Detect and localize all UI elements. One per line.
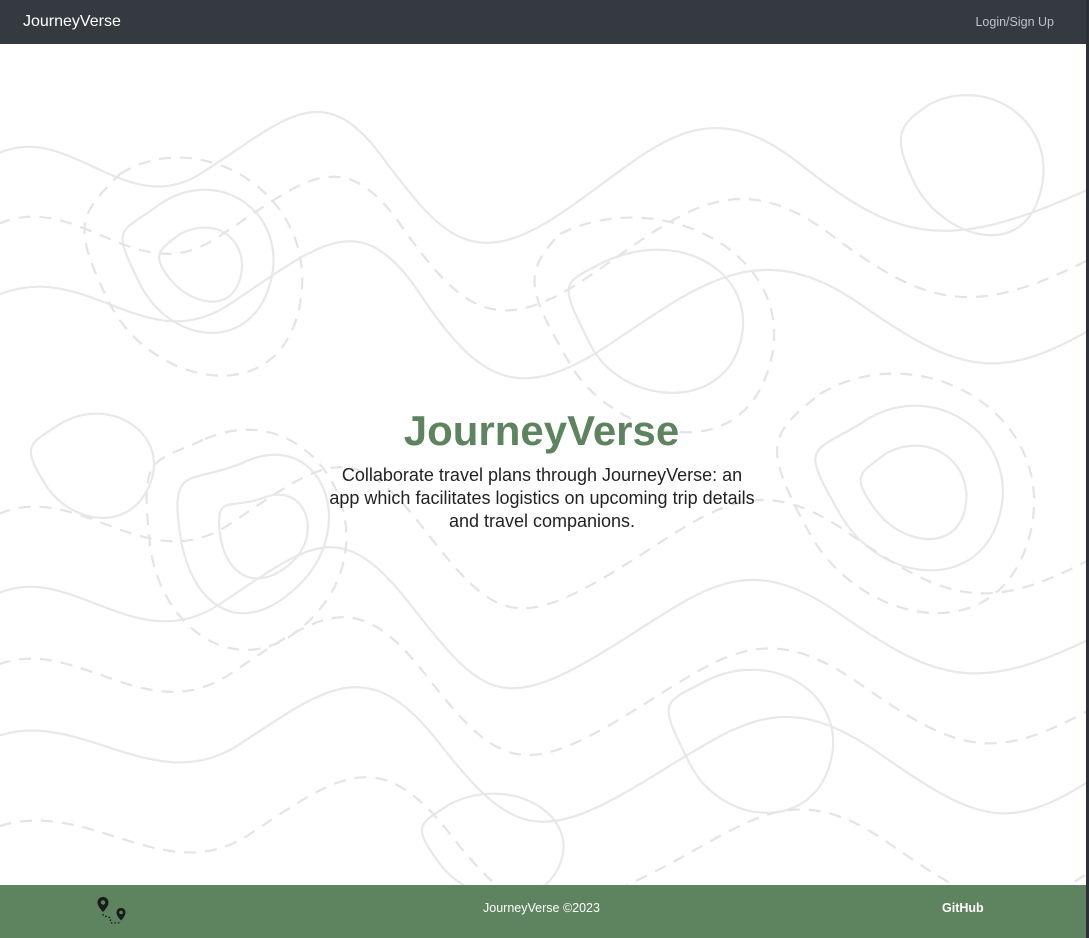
hero-section: JourneyVerse Collaborate travel plans th… xyxy=(0,44,1086,885)
github-link[interactable]: GitHub xyxy=(942,900,984,916)
top-navbar: JourneyVerse Login/Sign Up xyxy=(0,0,1086,44)
page: JourneyVerse Login/Sign Up JourneyVerse … xyxy=(0,0,1089,938)
footer: JourneyVerse ©2023 GitHub xyxy=(0,885,1086,938)
hero-title: JourneyVerse xyxy=(403,407,680,454)
footer-copyright: JourneyVerse ©2023 xyxy=(483,901,600,915)
hero-description: Collaborate travel plans through Journey… xyxy=(329,465,755,531)
login-signup-link[interactable]: Login/Sign Up xyxy=(975,14,1054,30)
navbar-brand-link[interactable]: JourneyVerse xyxy=(23,12,121,32)
